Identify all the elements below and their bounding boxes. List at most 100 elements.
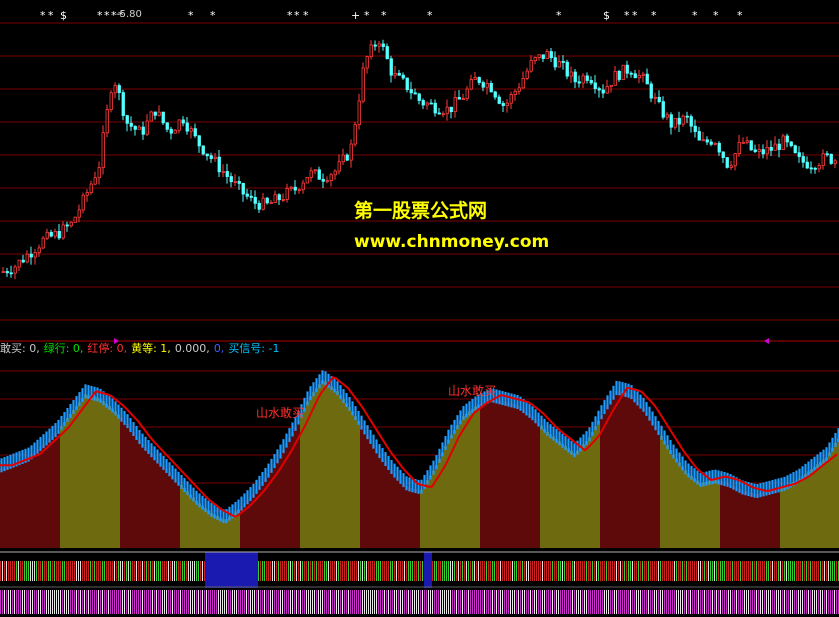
signal-bar — [744, 561, 745, 581]
signal-bar — [666, 561, 667, 581]
signal-bar — [318, 561, 319, 581]
candle-body — [709, 141, 713, 145]
signal-bar — [604, 561, 605, 581]
candle-body — [685, 115, 689, 118]
signal-bars — [0, 552, 839, 614]
signal-bar — [342, 561, 343, 581]
signal-bar — [722, 590, 723, 614]
signal-bar — [294, 590, 295, 614]
oscillator-bar — [99, 398, 102, 548]
oscillator-bar — [87, 395, 90, 548]
candle-body — [401, 74, 405, 79]
oscillator-bar — [519, 406, 522, 548]
signal-bar — [86, 590, 87, 614]
signal-bar — [764, 561, 765, 581]
oscillator-bar — [810, 469, 813, 548]
signal-bar — [6, 561, 7, 581]
signal-bar — [790, 561, 791, 581]
signal-bar — [662, 590, 663, 614]
oscillator-bar — [168, 472, 171, 548]
signal-bar — [188, 590, 189, 614]
signal-bar — [288, 561, 289, 581]
signal-bar — [760, 590, 761, 614]
candle-body — [377, 43, 381, 47]
signal-bar — [714, 590, 715, 614]
signal-marker: * — [651, 9, 657, 22]
signal-marker: * — [40, 9, 46, 22]
signal-bar — [330, 561, 331, 581]
signal-bar — [484, 590, 485, 614]
candle-body — [405, 77, 409, 90]
candle-body — [789, 141, 793, 147]
signal-bar — [136, 590, 137, 614]
signal-bar — [440, 590, 441, 614]
candle-body — [573, 71, 577, 83]
oscillator-bar — [633, 398, 636, 548]
signal-bar — [122, 590, 123, 614]
signal-marker: * — [427, 9, 433, 22]
candle-body — [493, 91, 497, 98]
signal-bar — [328, 590, 329, 614]
signal-bar — [352, 561, 353, 581]
signal-bar — [770, 561, 771, 581]
candle-body — [629, 72, 633, 75]
signal-bar — [180, 561, 181, 581]
candle-body — [581, 75, 585, 84]
signal-bar — [744, 590, 745, 614]
signal-bar — [426, 590, 427, 614]
signal-bar — [140, 561, 141, 581]
signal-bar — [608, 561, 609, 581]
signal-bar — [266, 561, 267, 581]
signal-bar — [742, 590, 743, 614]
signal-bar — [334, 561, 335, 581]
signal-bar — [422, 590, 423, 614]
signal-bar — [694, 590, 695, 614]
candle-body — [713, 142, 717, 145]
signal-bar — [172, 590, 173, 614]
signal-bar — [748, 561, 749, 581]
cursor-marker — [764, 338, 769, 344]
signal-bar — [2, 590, 3, 614]
watermark-title: 第一股票公式网 — [354, 200, 488, 222]
signal-bar — [48, 561, 49, 581]
candle-body — [81, 194, 85, 211]
signal-bar — [370, 590, 371, 614]
signal-bar — [358, 590, 359, 614]
oscillator-bar — [162, 465, 165, 548]
oscillator-bar — [564, 446, 567, 548]
signal-bar — [374, 590, 375, 614]
signal-bar — [752, 561, 753, 581]
oscillator-bar — [210, 512, 213, 548]
oscillator-bar — [528, 413, 531, 548]
signal-bar — [536, 561, 537, 581]
signal-bar — [374, 561, 375, 581]
signal-bar — [264, 561, 265, 581]
candle-body — [569, 71, 573, 77]
signal-bar — [772, 561, 773, 581]
signal-bar — [596, 590, 597, 614]
signal-bar — [362, 561, 363, 581]
oscillator-bar — [693, 478, 696, 548]
signal-bar — [502, 561, 503, 581]
signal-bar — [184, 561, 185, 581]
candle-body — [237, 181, 241, 184]
signal-bar — [672, 590, 673, 614]
oscillator-bar — [105, 403, 108, 548]
signal-bar — [380, 561, 381, 581]
signal-bar — [830, 590, 831, 614]
signal-bar — [586, 590, 587, 614]
signal-bar — [396, 561, 397, 581]
oscillator-bar — [480, 402, 483, 548]
signal-bar — [60, 561, 61, 581]
oscillator-bar — [378, 454, 381, 548]
signal-bar — [386, 590, 387, 614]
candle-body — [385, 46, 389, 60]
signal-bar — [756, 561, 757, 581]
oscillator-bar — [153, 456, 156, 548]
oscillator-bar — [468, 411, 471, 548]
signal-bar — [266, 590, 267, 614]
signal-bar — [58, 590, 59, 614]
signal-bar — [734, 561, 735, 581]
signal-bar — [176, 561, 177, 581]
signal-bar — [408, 561, 409, 581]
